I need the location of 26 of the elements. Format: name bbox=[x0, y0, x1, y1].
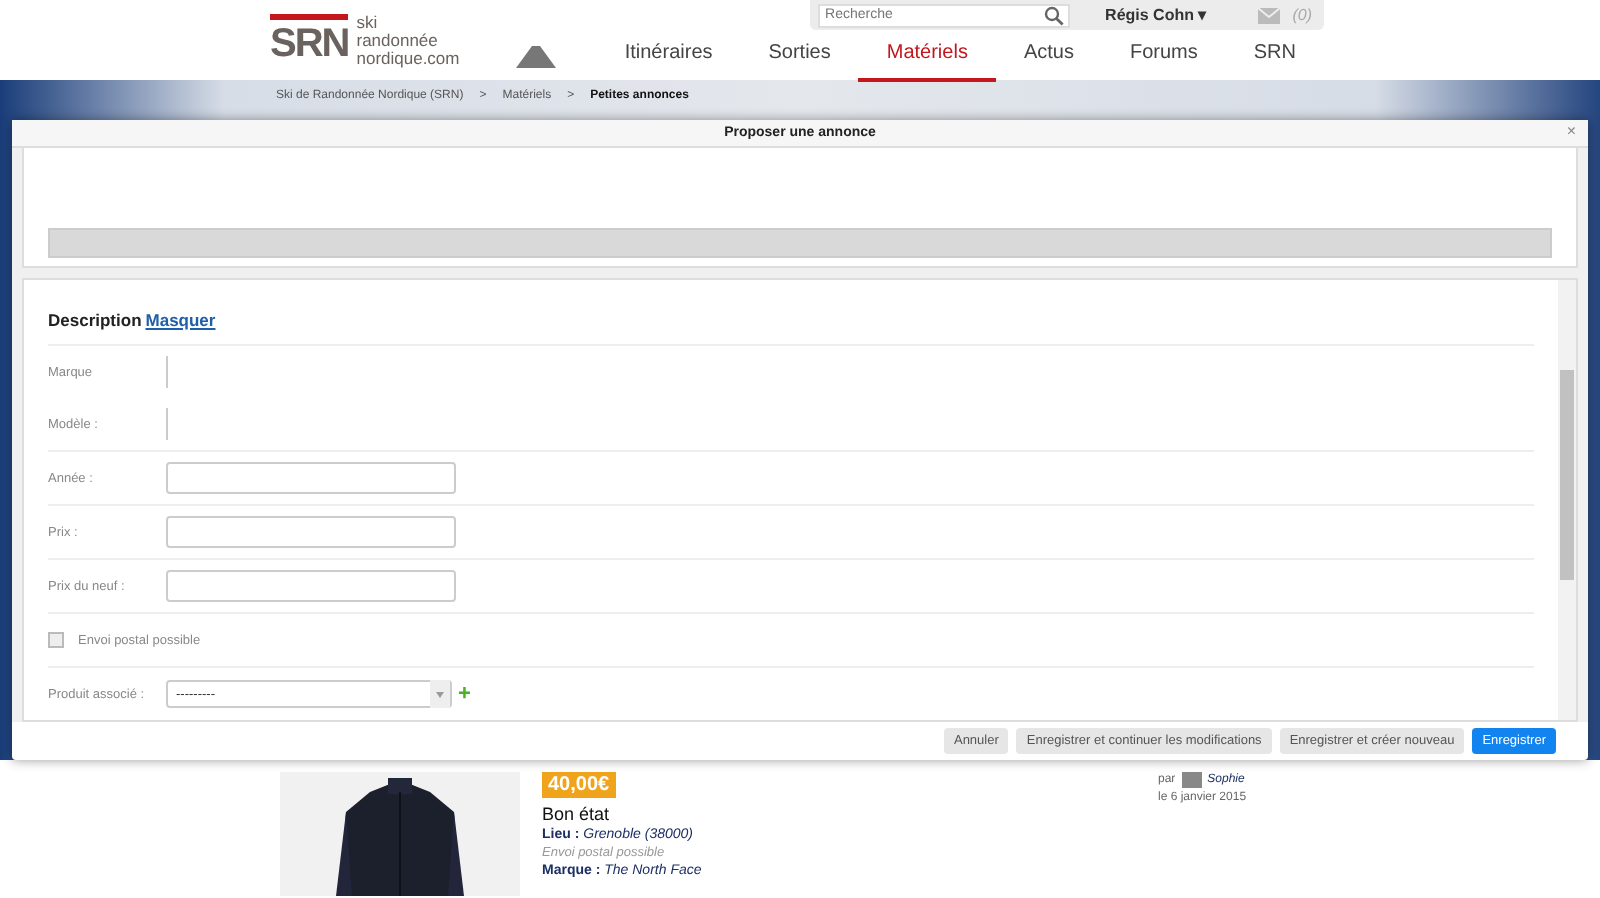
checkbox[interactable] bbox=[48, 632, 64, 648]
nav-tab[interactable]: Itinéraires bbox=[596, 28, 741, 82]
nav-tab[interactable]: Actus bbox=[995, 28, 1102, 82]
input-field[interactable] bbox=[166, 570, 456, 602]
user-menu[interactable]: Régis Cohn ▾ bbox=[1105, 6, 1207, 24]
avatar-icon bbox=[1181, 772, 1202, 788]
logo-text: nordique.com bbox=[356, 49, 460, 67]
logo-text: randonnée bbox=[356, 31, 440, 49]
input-field[interactable] bbox=[166, 462, 456, 494]
logo-text: ski bbox=[356, 13, 380, 31]
price-tag: 40,00€ bbox=[542, 772, 616, 798]
search-icon bbox=[1043, 5, 1064, 25]
tent-icon[interactable] bbox=[516, 43, 557, 67]
mail-icon[interactable] bbox=[1258, 7, 1281, 23]
condition-text: Bon état bbox=[542, 804, 610, 824]
text-editor[interactable] bbox=[22, 148, 1578, 268]
close-button[interactable]: × bbox=[1566, 122, 1576, 140]
logo-initials[interactable]: SRN bbox=[270, 13, 349, 67]
input-field[interactable] bbox=[166, 516, 456, 548]
nav-tab[interactable]: Forums bbox=[1101, 28, 1226, 82]
hide-link[interactable]: Masquer bbox=[145, 310, 216, 330]
nav-tab[interactable]: Sorties bbox=[740, 28, 859, 82]
section-title: Description bbox=[48, 310, 142, 330]
scrollbar[interactable] bbox=[1558, 280, 1576, 720]
message-count: (0) bbox=[1292, 6, 1312, 24]
nav-tab[interactable]: SRN bbox=[1225, 28, 1324, 82]
